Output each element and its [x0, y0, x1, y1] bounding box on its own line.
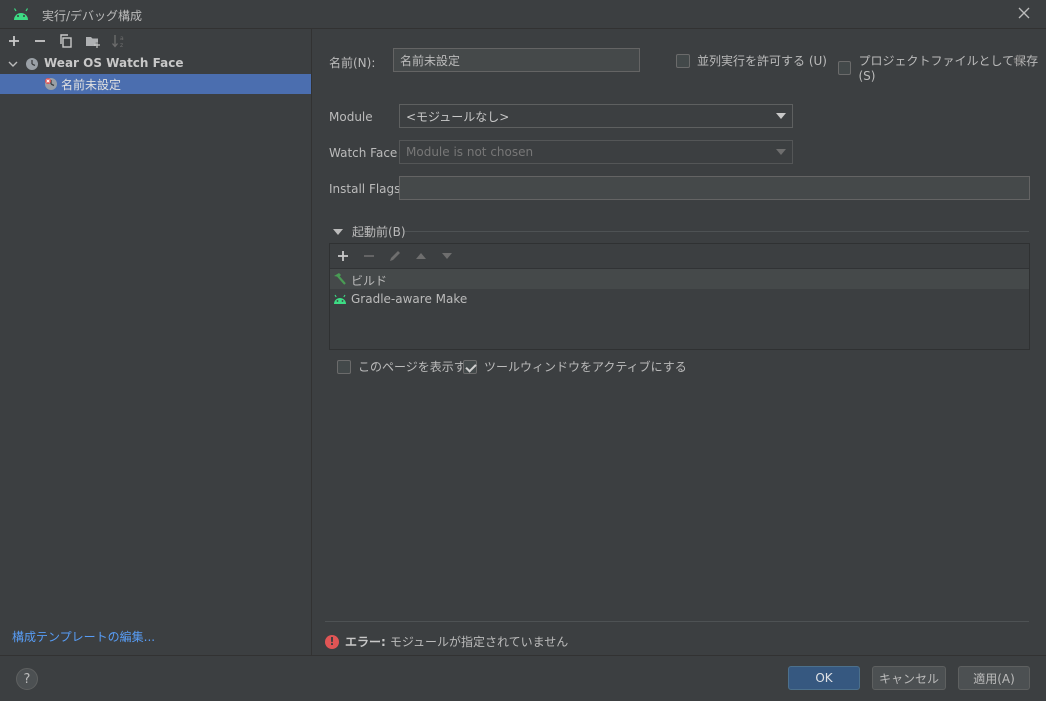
checkbox-box[interactable] [337, 359, 351, 374]
allow-parallel-checkbox[interactable]: 並列実行を許可する (U) [676, 52, 827, 69]
install-flags-label: Install Flags: [329, 182, 405, 196]
gear-icon[interactable] [1012, 53, 1026, 67]
add-task-icon[interactable] [336, 249, 350, 263]
checkbox-box[interactable] [676, 53, 690, 68]
show-page-label: このページを表示する [358, 360, 478, 374]
before-launch-tasks: ビルド Gradle-aware Make [329, 243, 1030, 350]
error-text: モジュールが指定されていません [389, 635, 569, 649]
svg-text:a: a [120, 35, 124, 42]
collapse-arrow-icon[interactable] [333, 228, 343, 235]
watch-face-icon [26, 58, 38, 70]
help-button[interactable]: ? [16, 668, 38, 690]
error-divider [325, 621, 1029, 622]
tree-item-unnamed[interactable]: 名前未設定 [0, 74, 311, 94]
activate-tool-window-label: ツールウィンドウをアクティブにする [484, 360, 687, 374]
show-page-checkbox[interactable]: このページを表示する [337, 358, 478, 375]
checkbox-box[interactable] [463, 359, 477, 374]
tree-toolbar: a z [0, 29, 311, 53]
remove-task-icon[interactable] [362, 249, 376, 263]
move-up-icon[interactable] [414, 249, 428, 263]
tree-item-label: Wear OS Watch Face [44, 56, 184, 70]
watch-face-error-icon [45, 78, 57, 90]
move-down-icon[interactable] [440, 249, 454, 263]
tasks-toolbar [330, 244, 1029, 269]
add-icon[interactable] [6, 33, 22, 49]
ok-button[interactable]: OK [788, 666, 860, 690]
allow-parallel-label: 並列実行を許可する (U) [697, 54, 827, 68]
watch-face-label: Watch Face [329, 146, 398, 160]
edit-task-icon[interactable] [388, 249, 402, 263]
window-title: 実行/デバッグ構成 [42, 9, 143, 23]
tree-item-wear-os-watch-face[interactable]: Wear OS Watch Face [0, 54, 311, 74]
edit-config-templates-link[interactable]: 構成テンプレートの編集... [12, 628, 155, 645]
before-launch-title: 起動前(B) [352, 225, 406, 239]
chevron-down-icon[interactable] [7, 58, 19, 70]
title-bar: 実行/デバッグ構成 [0, 0, 1046, 29]
hammer-icon [334, 273, 346, 285]
error-label: エラー: [345, 635, 386, 649]
task-row-gradle-make[interactable]: Gradle-aware Make [330, 289, 1029, 309]
watch-face-select-value: Module is not chosen [406, 145, 534, 159]
module-select-value: <モジュールなし> [406, 109, 510, 124]
name-label: 名前(N): [329, 56, 376, 70]
android-icon [334, 294, 346, 304]
tree-item-label: 名前未設定 [61, 78, 122, 92]
copy-icon[interactable] [58, 33, 74, 49]
install-flags-input[interactable] [399, 176, 1030, 200]
task-label: ビルド [351, 274, 388, 288]
sort-icon[interactable]: a z [111, 33, 127, 49]
remove-icon[interactable] [32, 33, 48, 49]
module-select[interactable]: <モジュールなし> [399, 104, 793, 128]
dropdown-arrow-icon [776, 113, 786, 119]
task-row-build[interactable]: ビルド [330, 269, 1029, 289]
module-label: Module [329, 110, 373, 124]
watch-face-select[interactable]: Module is not chosen [399, 140, 793, 164]
checkbox-box[interactable] [838, 60, 852, 75]
activate-tool-window-checkbox[interactable]: ツールウィンドウをアクティブにする [463, 358, 687, 375]
cancel-button[interactable]: キャンセル [872, 666, 946, 690]
close-icon[interactable] [1016, 5, 1032, 21]
section-divider [405, 231, 1029, 232]
dialog-footer: ? OK キャンセル 適用(A) [0, 655, 1046, 701]
config-tree-panel: a z Wear OS Watch Face 名前未設定 構成テンプレートの編集… [0, 29, 312, 655]
name-input[interactable]: 名前未設定 [393, 48, 640, 72]
dropdown-arrow-icon [776, 149, 786, 155]
error-icon: ! [325, 634, 339, 649]
task-label: Gradle-aware Make [351, 292, 468, 306]
apply-button[interactable]: 適用(A) [958, 666, 1030, 690]
android-icon [13, 8, 29, 20]
folder-add-icon[interactable] [85, 33, 101, 49]
error-message: ! エラー: モジュールが指定されていません [325, 633, 568, 650]
svg-text:z: z [120, 42, 123, 49]
before-launch-header[interactable]: 起動前(B) [333, 223, 406, 240]
config-form: 名前(N): 名前未設定 並列実行を許可する (U) プロジェクトファイルとして… [313, 29, 1046, 655]
